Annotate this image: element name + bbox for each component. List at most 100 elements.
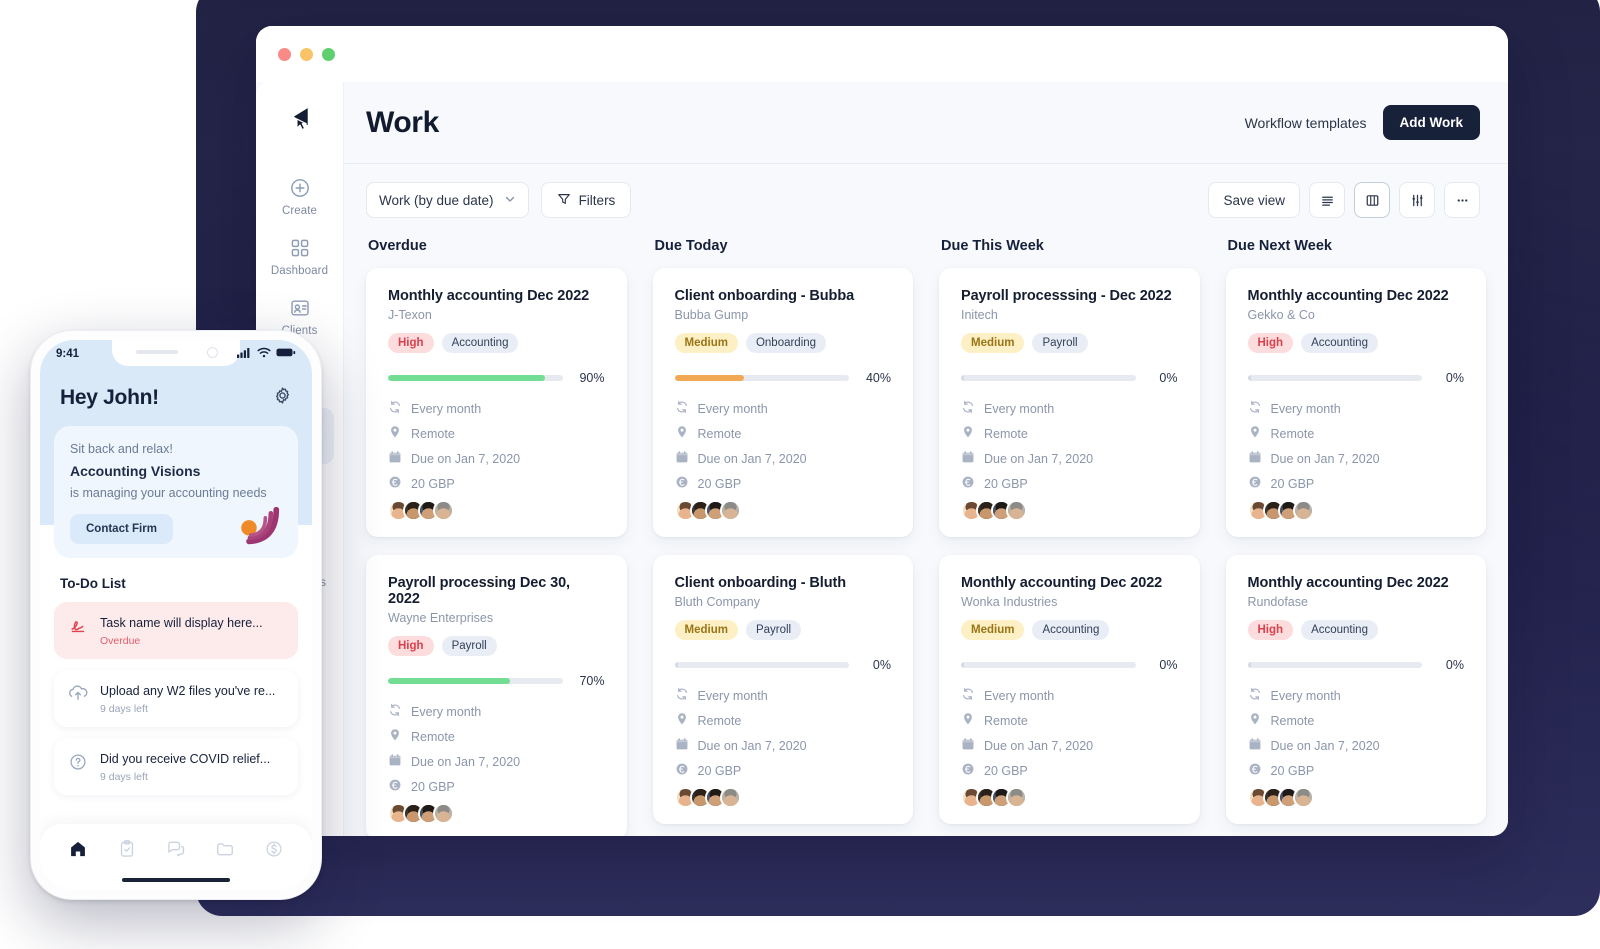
todo-list: Task name will display here... Overdue Upl… (40, 602, 312, 795)
work-card[interactable]: Client onboarding - Bubba Bubba Gump Mediu… (652, 268, 913, 537)
save-view-button[interactable]: Save view (1208, 182, 1300, 218)
column-title: Due Next Week (1227, 238, 1333, 254)
upload-icon (68, 684, 88, 704)
chat-icon[interactable] (166, 839, 186, 859)
assignee-avatars (961, 500, 1178, 521)
cellular-signal-icon (237, 345, 252, 363)
category-badge: Onboarding (745, 333, 827, 353)
work-card[interactable]: Monthly accounting Dec 2022 Gekko & Co Hig… (1225, 268, 1486, 537)
minimize-window-button[interactable] (300, 47, 313, 61)
price-text: 20 GBP (697, 476, 742, 491)
avatar[interactable] (1006, 500, 1027, 521)
avatar[interactable] (433, 803, 454, 824)
due-row: Due on Jan 7, 2020 (675, 737, 892, 754)
close-window-button[interactable] (278, 47, 291, 61)
clipboard-icon[interactable] (117, 839, 137, 859)
price-row: 20 GBP (388, 778, 605, 795)
refresh-icon (1248, 687, 1262, 704)
todo-subtext: 9 days left (100, 771, 148, 783)
price-text: 20 GBP (697, 763, 742, 778)
currency-icon (961, 475, 975, 492)
folder-icon[interactable] (215, 839, 235, 859)
card-title: Monthly accounting Dec 2022 (388, 288, 590, 304)
column-title: Due This Week (941, 238, 1044, 254)
price-text: 20 GBP (411, 476, 455, 491)
refresh-icon (388, 703, 402, 720)
category-badge: Payroll (441, 636, 497, 656)
add-work-button[interactable]: Add Work (1382, 105, 1480, 140)
filter-icon (557, 192, 571, 209)
due-row: Due on Jan 7, 2020 (675, 450, 892, 467)
priority-badge: Medium (674, 620, 738, 640)
avatar[interactable] (719, 500, 741, 521)
card-tags: High Accounting (1247, 620, 1465, 640)
due-row: Due on Jan 7, 2020 (1248, 450, 1465, 467)
work-card[interactable]: Payroll processing Dec 30, 2022 Wayne Ent… (366, 555, 627, 836)
maximize-window-button[interactable] (322, 47, 335, 61)
avatar[interactable] (1292, 787, 1314, 808)
progress-label: 0% (1159, 658, 1178, 672)
board-column: Due Today Client onboarding - Bubba Bubba … (645, 236, 922, 836)
due-text: Due on Jan 7, 2020 (411, 754, 521, 769)
location-row: Remote (388, 728, 605, 745)
avatar[interactable] (1006, 787, 1027, 808)
refresh-icon (675, 400, 689, 417)
progress-row: 70% (388, 674, 605, 688)
recurrence-row: Every month (388, 400, 605, 417)
todo-item[interactable]: Task name will display here... Overdue (54, 602, 298, 659)
plus-circle-icon (289, 177, 311, 199)
due-row: Due on Jan 7, 2020 (1248, 737, 1465, 754)
list-view-icon[interactable] (1309, 182, 1345, 218)
location-text: Remote (411, 426, 455, 441)
page-title: Work (366, 105, 439, 139)
category-badge: Payroll (745, 620, 802, 640)
work-card[interactable]: Monthly accounting Dec 2022 Rundofase High… (1225, 555, 1486, 824)
todo-item[interactable]: Upload any W2 files you've re... 9 days l… (54, 670, 298, 727)
avatar[interactable] (719, 787, 741, 808)
view-select-dropdown[interactable]: Work (by due date) (366, 182, 529, 218)
calendar-icon (961, 737, 975, 754)
more-horizontal-icon[interactable] (1444, 182, 1480, 218)
progress-label: 70% (579, 674, 605, 688)
dollar-icon[interactable] (264, 839, 284, 859)
work-card[interactable]: Client onboarding - Bluth Bluth Company Me… (652, 555, 913, 824)
work-card[interactable]: Monthly accounting Dec 2022 J-Texon High Ac… (366, 268, 627, 537)
work-card[interactable]: Payroll processsing - Dec 2022 Initech Med… (939, 268, 1200, 537)
board-view-icon[interactable] (1354, 182, 1390, 218)
sidebar-item-create[interactable]: Create (266, 168, 334, 224)
refresh-icon (675, 687, 689, 704)
avatar[interactable] (1292, 500, 1314, 521)
avatar[interactable] (433, 500, 454, 521)
due-row: Due on Jan 7, 2020 (961, 450, 1178, 467)
price-text: 20 GBP (1270, 763, 1315, 778)
contact-firm-button[interactable]: Contact Firm (70, 514, 173, 544)
app-window: CreateDashboardClientsInboxWorkTime & bi… (256, 26, 1508, 836)
filters-button[interactable]: Filters (540, 182, 632, 218)
recurrence-row: Every month (675, 687, 892, 704)
status-clock: 9:41 (56, 348, 80, 360)
card-tags: Medium Accounting (961, 620, 1178, 640)
gear-icon[interactable] (273, 386, 292, 410)
refresh-icon (961, 687, 975, 704)
price-row: 20 GBP (388, 475, 605, 492)
sidebar-item-dashboard[interactable]: Dashboard (266, 228, 334, 284)
home-indicator (122, 877, 230, 882)
card-title: Payroll processsing - Dec 2022 (961, 288, 1172, 304)
home-icon[interactable] (68, 839, 88, 859)
status-indicators (237, 345, 296, 363)
column-cards: Monthly accounting Dec 2022 J-Texon High Ac… (358, 268, 635, 836)
location-row: Remote (961, 712, 1178, 729)
progress-row: 0% (674, 658, 891, 672)
assignee-avatars (961, 787, 1178, 808)
calendar-icon (1248, 737, 1262, 754)
calendar-icon (961, 450, 975, 467)
board-toolbar: Work (by due date) Filters Save view (344, 164, 1508, 236)
todo-item[interactable]: Did you receive COVID relief... 9 days le… (54, 738, 298, 795)
view-select-value: Work (by due date) (379, 192, 494, 208)
brand-logo-icon[interactable] (277, 96, 323, 142)
price-row: 20 GBP (961, 762, 1178, 779)
assignee-avatars (388, 803, 605, 824)
sliders-icon[interactable] (1399, 182, 1435, 218)
workflow-templates-link[interactable]: Workflow templates (1245, 115, 1367, 131)
work-card[interactable]: Monthly accounting Dec 2022 Wonka Industr… (939, 555, 1200, 824)
